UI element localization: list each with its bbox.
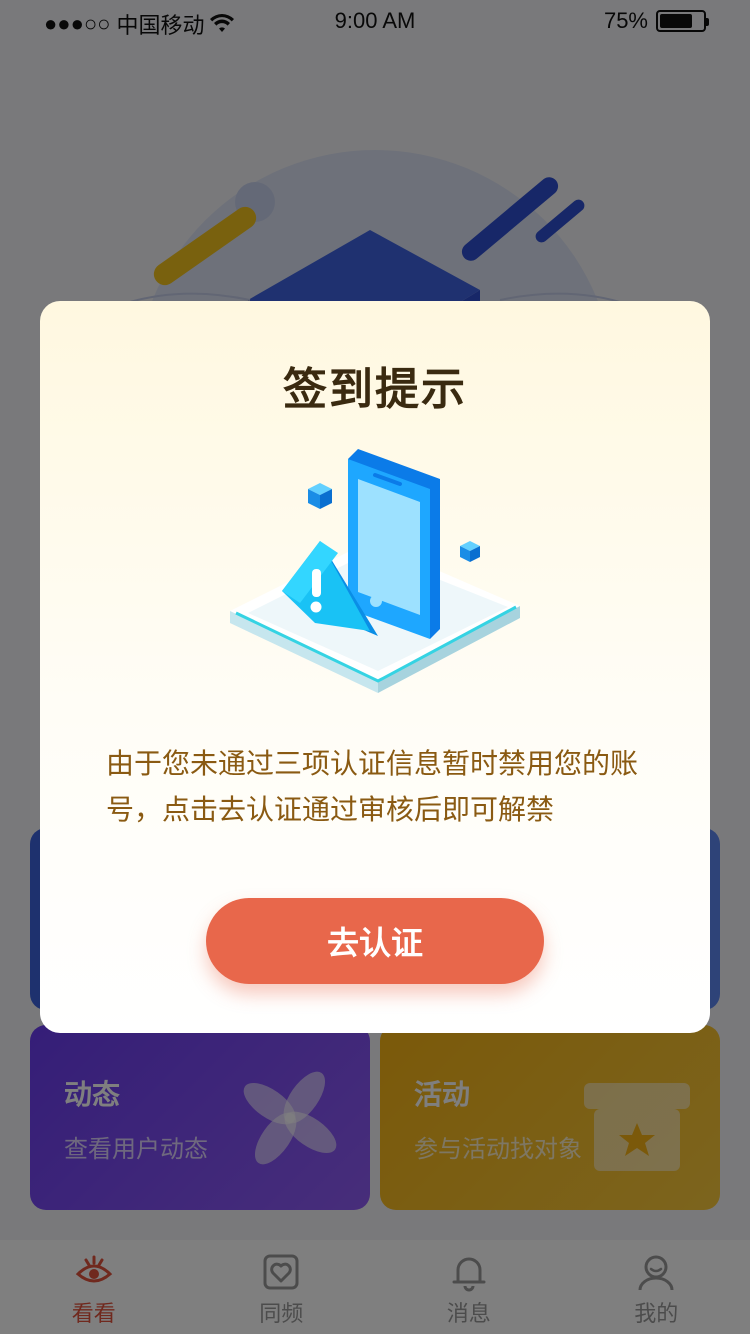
verify-button[interactable]: 去认证 [206,898,544,984]
checkin-modal: 签到提示 由于您未通过三项认证信息暂时禁用您的账号，点击去认证通过审核后即可解禁… [40,301,710,1033]
modal-title: 签到提示 [283,364,467,415]
modal-message: 由于您未通过三项认证信息暂时禁用您的账号，点击去认证通过审核后即可解禁 [106,747,639,826]
phone-warning-icon [230,449,520,693]
